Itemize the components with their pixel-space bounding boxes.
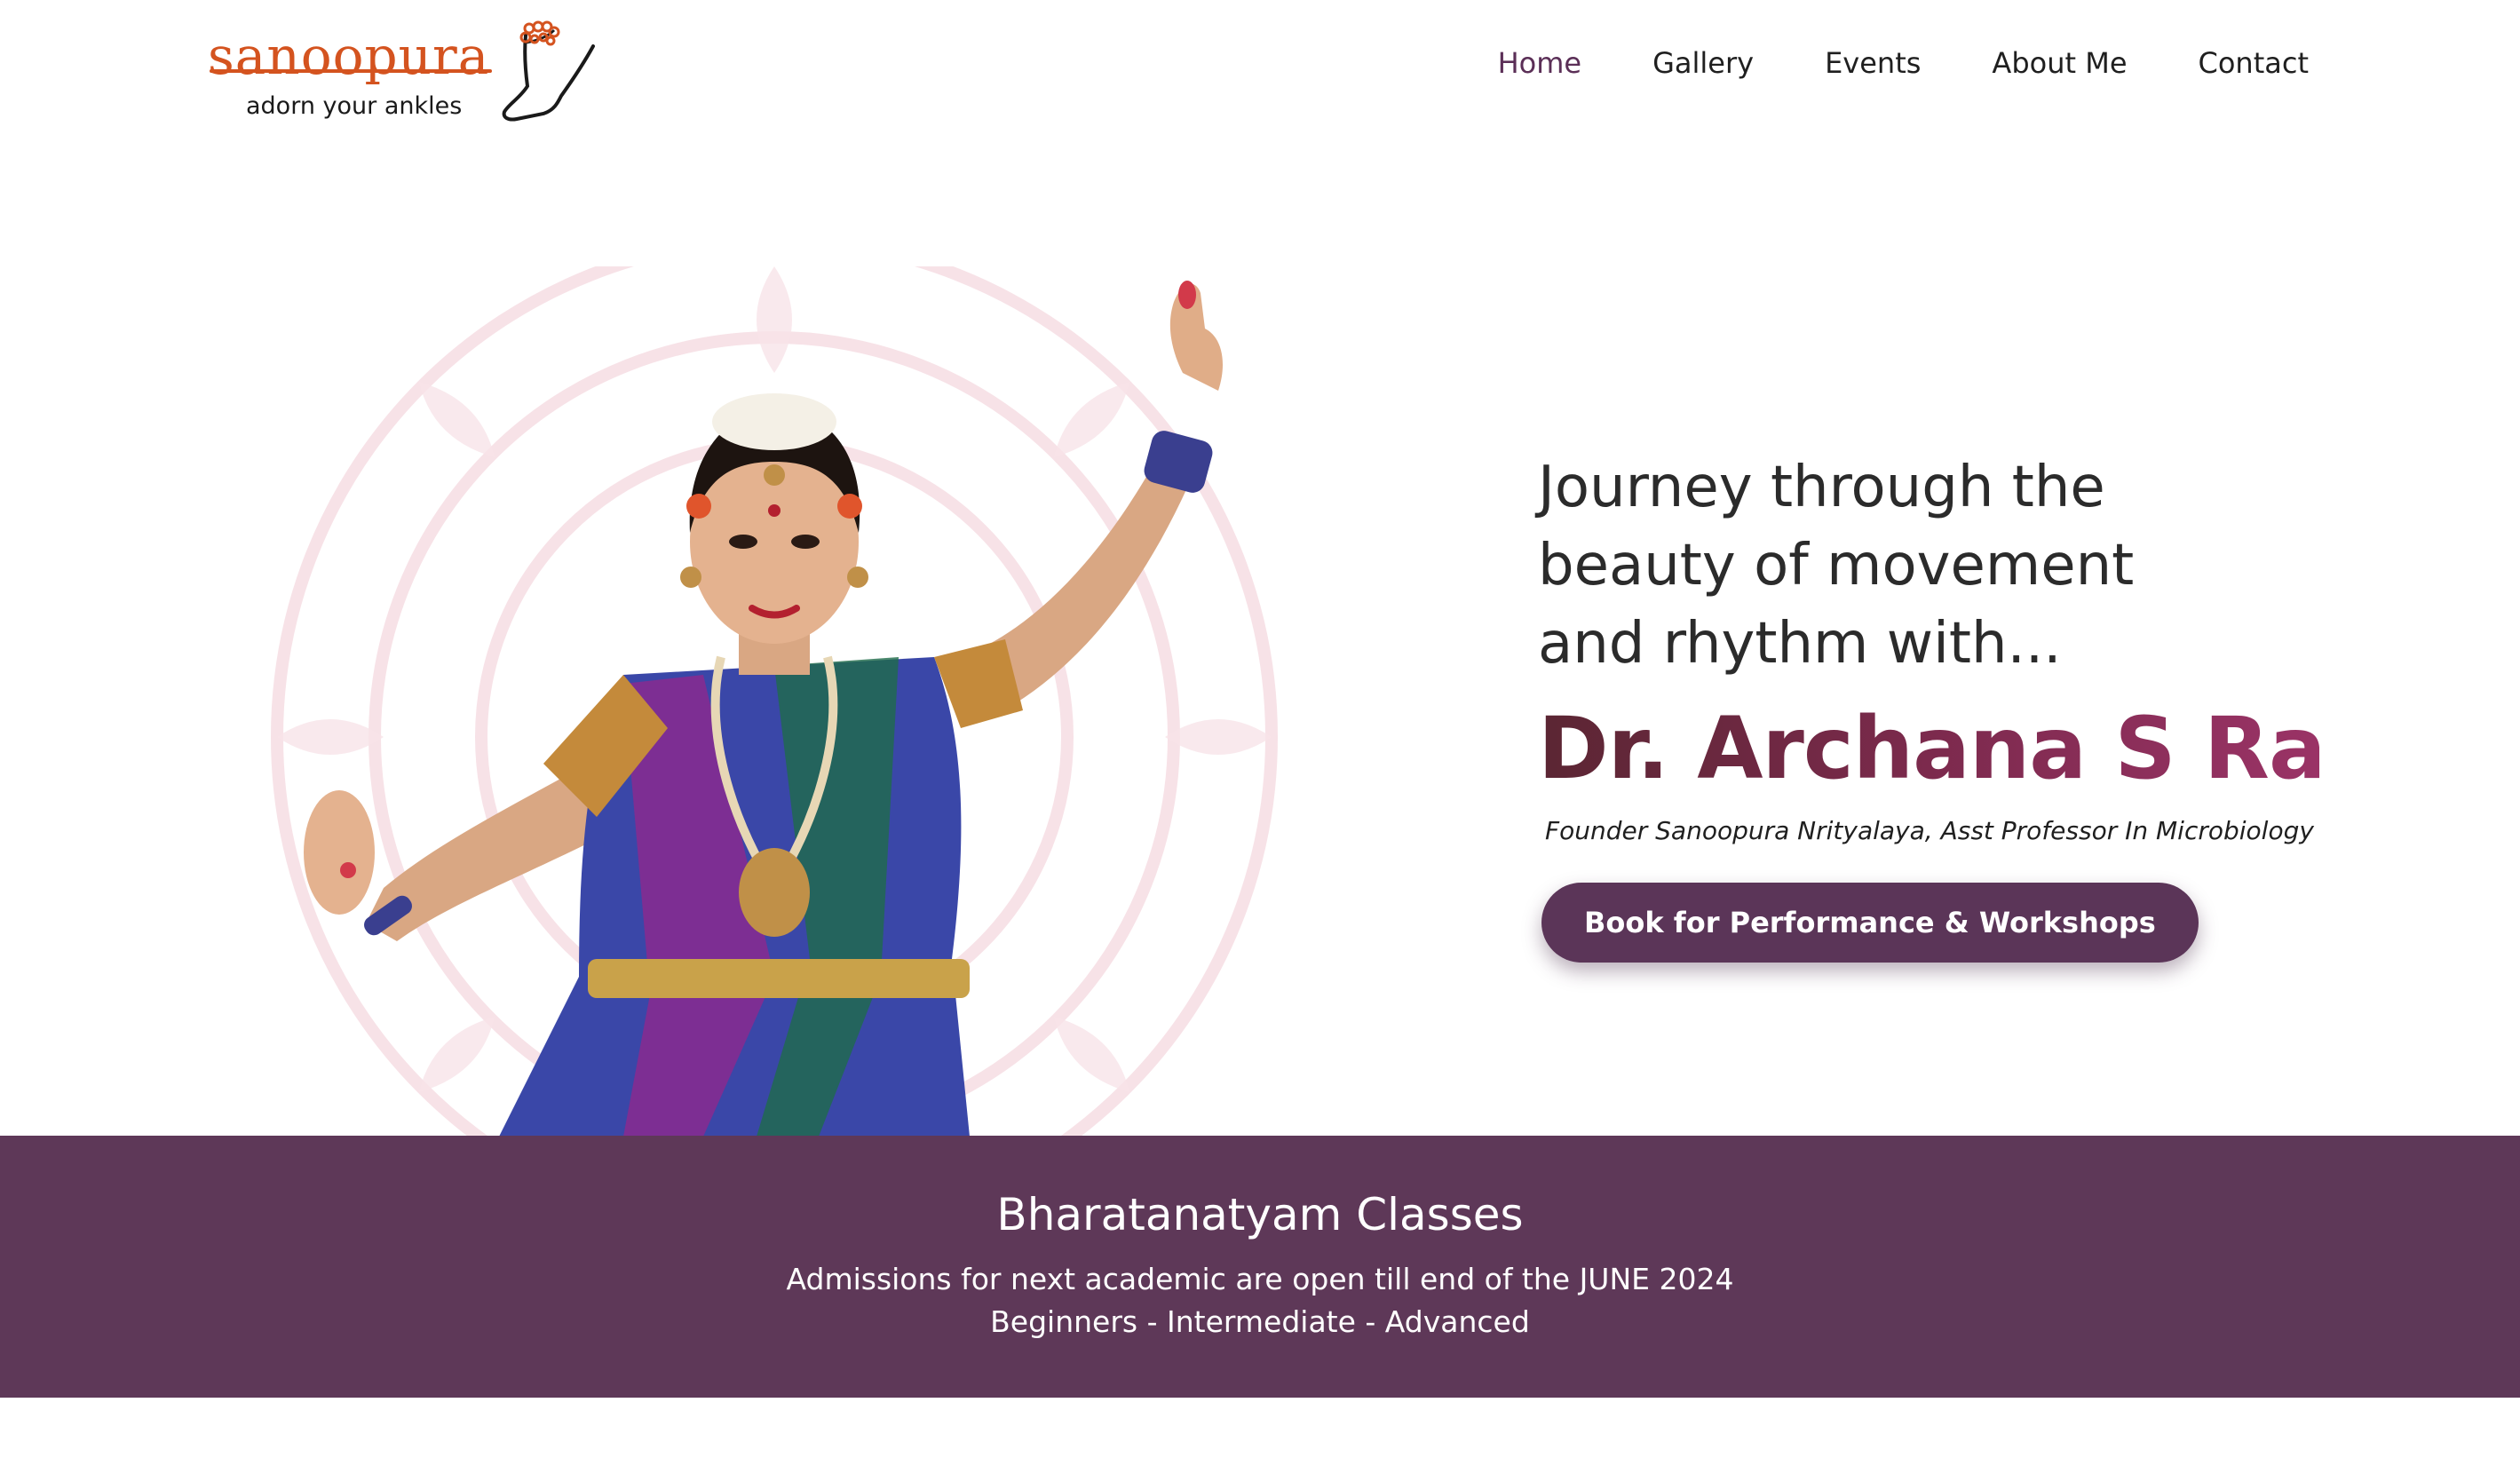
main-nav: Home Gallery Events About Me Contact (1498, 46, 2309, 80)
hero-tagline: Journey through the beauty of movement a… (1538, 448, 2319, 683)
classes-banner: Bharatanatyam Classes Admissions for nex… (0, 1136, 2520, 1398)
banner-title: Bharatanatyam Classes (996, 1189, 1524, 1240)
banner-levels-text: Beginners - Intermediate - Advanced (990, 1304, 1530, 1339)
nav-events[interactable]: Events (1825, 46, 1921, 80)
hero-text: Journey through the beauty of movement a… (1538, 448, 2384, 963)
logo-underline (210, 69, 492, 73)
nav-home[interactable]: Home (1498, 46, 1582, 80)
nav-gallery[interactable]: Gallery (1652, 46, 1754, 80)
nav-about-me[interactable]: About Me (1992, 46, 2127, 80)
hero-dancer-image (271, 266, 1278, 1137)
hero-subtitle: Founder Sanoopura Nrityalaya, Asst Profe… (1545, 816, 2314, 845)
banner-admissions-text: Admissions for next academic are open ti… (786, 1262, 1734, 1296)
hero-tagline-line-2: beauty of movement (1538, 533, 2135, 598)
anklet-icon (502, 20, 595, 122)
logo-tagline: adorn your ankles (246, 92, 463, 120)
hero-name: Dr. Archana S Rao (1538, 699, 2384, 798)
book-performance-button[interactable]: Book for Performance & Workshops (1541, 883, 2199, 963)
page-bottom-strip (0, 1398, 2520, 1458)
logo[interactable]: sanoopura adorn your ankles (206, 18, 597, 133)
site-header: sanoopura adorn your ankles Home Gallery… (0, 0, 2520, 142)
nav-contact[interactable]: Contact (2199, 46, 2310, 80)
hero-tagline-line-1: Journey through the (1538, 455, 2105, 520)
hero-tagline-line-3: and rhythm with... (1538, 611, 2062, 677)
logo-wordmark: sanoopura (208, 26, 490, 86)
